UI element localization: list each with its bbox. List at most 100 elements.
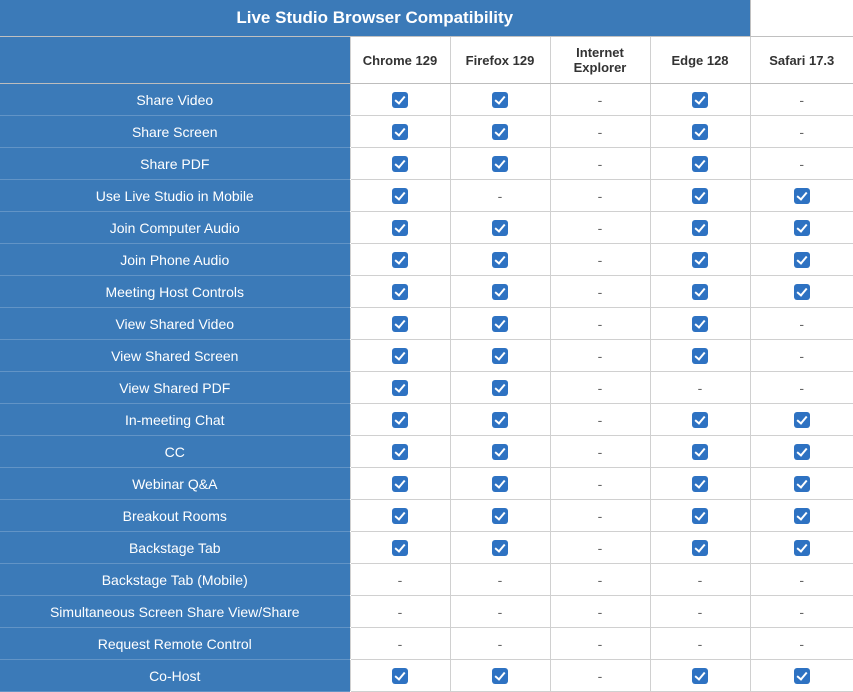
value-cell [650, 276, 750, 308]
value-cell [350, 148, 450, 180]
table-row: View Shared Video-- [0, 308, 853, 340]
value-cell [750, 436, 853, 468]
table-row: CC- [0, 436, 853, 468]
feature-label: Simultaneous Screen Share View/Share [0, 596, 350, 628]
feature-label: Share PDF [0, 148, 350, 180]
value-cell [650, 212, 750, 244]
dash-icon: - [598, 252, 603, 268]
value-cell: - [750, 340, 853, 372]
col-header: Safari 17.3 [750, 37, 853, 84]
value-cell: - [750, 564, 853, 596]
feature-label: Backstage Tab [0, 532, 350, 564]
value-cell [750, 532, 853, 564]
value-cell: - [550, 180, 650, 212]
value-cell [750, 212, 853, 244]
value-cell [650, 116, 750, 148]
value-cell [750, 244, 853, 276]
value-cell [750, 468, 853, 500]
table-row: Simultaneous Screen Share View/Share----… [0, 596, 853, 628]
check-icon [392, 284, 408, 300]
check-icon [492, 220, 508, 236]
dash-icon: - [598, 476, 603, 492]
value-cell: - [750, 308, 853, 340]
check-icon [392, 540, 408, 556]
dash-icon: - [598, 636, 603, 652]
value-cell [350, 468, 450, 500]
dash-icon: - [598, 508, 603, 524]
dash-icon: - [398, 636, 403, 652]
check-icon [692, 444, 708, 460]
col-header: Chrome 129 [350, 37, 450, 84]
dash-icon: - [498, 572, 503, 588]
value-cell: - [350, 596, 450, 628]
value-cell: - [750, 372, 853, 404]
dash-icon: - [698, 572, 703, 588]
value-cell [650, 532, 750, 564]
value-cell [750, 276, 853, 308]
dash-icon: - [799, 380, 804, 396]
dash-icon: - [598, 348, 603, 364]
check-icon [492, 156, 508, 172]
feature-label: Join Computer Audio [0, 212, 350, 244]
check-icon [392, 444, 408, 460]
value-cell [350, 660, 450, 692]
value-cell: - [550, 500, 650, 532]
table-row: View Shared PDF--- [0, 372, 853, 404]
check-icon [692, 188, 708, 204]
value-cell: - [550, 468, 650, 500]
value-cell [350, 500, 450, 532]
value-cell [450, 84, 550, 116]
check-icon [692, 220, 708, 236]
dash-icon: - [698, 636, 703, 652]
check-icon [392, 220, 408, 236]
table-row: Join Phone Audio - [0, 244, 853, 276]
check-icon [492, 476, 508, 492]
feature-label: Share Screen [0, 116, 350, 148]
dash-icon: - [799, 348, 804, 364]
value-cell [650, 148, 750, 180]
value-cell: - [750, 84, 853, 116]
check-icon [392, 348, 408, 364]
check-icon [794, 540, 810, 556]
check-icon [794, 220, 810, 236]
check-icon [492, 316, 508, 332]
value-cell: - [750, 116, 853, 148]
dash-icon: - [598, 380, 603, 396]
value-cell: - [550, 84, 650, 116]
check-icon [692, 284, 708, 300]
value-cell [450, 340, 550, 372]
check-icon [492, 540, 508, 556]
feature-label: Breakout Rooms [0, 500, 350, 532]
dash-icon: - [398, 604, 403, 620]
value-cell: - [450, 564, 550, 596]
value-cell: - [550, 308, 650, 340]
value-cell: - [750, 596, 853, 628]
value-cell: - [750, 148, 853, 180]
value-cell: - [550, 372, 650, 404]
table-row: In-meeting Chat- [0, 404, 853, 436]
value-cell [350, 372, 450, 404]
value-cell: - [450, 596, 550, 628]
value-cell [650, 468, 750, 500]
dash-icon: - [799, 636, 804, 652]
dash-icon: - [598, 316, 603, 332]
dash-icon: - [799, 316, 804, 332]
check-icon [392, 188, 408, 204]
value-cell: - [350, 564, 450, 596]
feature-label: Join Phone Audio [0, 244, 350, 276]
value-cell: - [550, 116, 650, 148]
check-icon [492, 412, 508, 428]
value-cell [450, 532, 550, 564]
table-row: Join Computer Audio- [0, 212, 853, 244]
check-icon [692, 540, 708, 556]
value-cell: - [550, 596, 650, 628]
dash-icon: - [498, 636, 503, 652]
dash-icon: - [799, 604, 804, 620]
table-row: Share Video-- [0, 84, 853, 116]
dash-icon: - [598, 284, 603, 300]
table-row: Backstage Tab (Mobile)----- [0, 564, 853, 596]
value-cell: - [550, 660, 650, 692]
value-cell [650, 340, 750, 372]
value-cell [750, 660, 853, 692]
value-cell: - [550, 564, 650, 596]
